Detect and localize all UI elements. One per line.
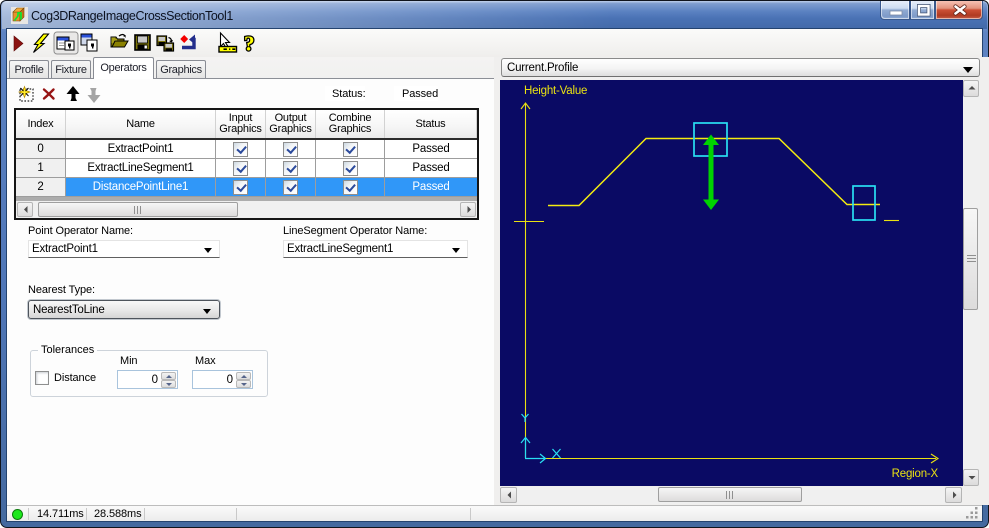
svg-text:?: ? [244, 32, 255, 56]
svg-text:Region-X: Region-X [892, 468, 939, 480]
svg-text:Height-Value: Height-Value [524, 85, 587, 97]
